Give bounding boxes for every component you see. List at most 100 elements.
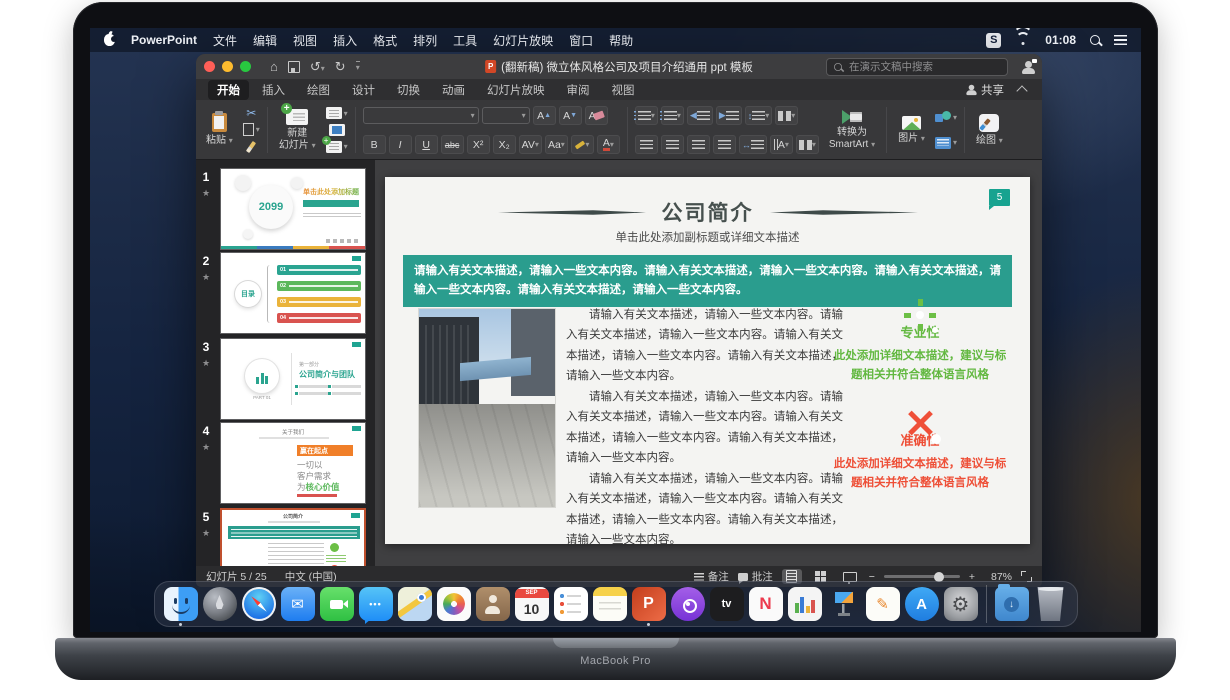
wifi-icon[interactable] (1015, 34, 1031, 46)
menu-app-name[interactable]: PowerPoint (131, 33, 197, 47)
section-button[interactable]: ▾ (326, 139, 348, 154)
redo-icon[interactable]: ↻ (335, 59, 346, 75)
calendar-icon[interactable]: SEP 10 (515, 587, 549, 621)
building-photo[interactable] (419, 309, 555, 507)
menu-slideshow[interactable]: 幻灯片放映 (493, 32, 553, 49)
podcasts-icon[interactable] (671, 587, 705, 621)
apple-menu-icon[interactable] (104, 34, 115, 46)
reminders-icon[interactable] (554, 587, 588, 621)
home-icon[interactable]: ⌂ (270, 59, 278, 74)
collapse-ribbon-icon[interactable] (1016, 85, 1027, 96)
launchpad-icon[interactable] (203, 587, 237, 621)
minimize-window-button[interactable] (222, 61, 233, 72)
safari-icon[interactable] (242, 587, 276, 621)
copy-button[interactable]: ▾ (243, 122, 260, 137)
apple-tv-icon[interactable]: tv (710, 587, 744, 621)
font-size-select[interactable]: ▾ (482, 107, 530, 124)
close-window-button[interactable] (204, 61, 215, 72)
account-share-icon[interactable] (1025, 61, 1032, 68)
zoom-slider[interactable] (884, 575, 960, 578)
trash-icon[interactable] (1034, 587, 1068, 621)
align-left-button[interactable] (635, 135, 658, 154)
columns-button[interactable]: ▾ (775, 106, 798, 125)
contacts-icon[interactable] (476, 587, 510, 621)
menu-insert[interactable]: 插入 (333, 32, 357, 49)
insert-shapes-button[interactable]: ▾ (935, 110, 957, 125)
finder-icon[interactable] (164, 587, 198, 621)
search-input[interactable]: 在演示文稿中搜索 (826, 58, 1008, 76)
tab-view[interactable]: 视图 (603, 80, 644, 100)
news-icon[interactable]: N (749, 587, 783, 621)
share-button[interactable]: 共享 (968, 82, 1004, 98)
insert-textbox-button[interactable]: ▾ (935, 135, 957, 150)
slide-thumbnail-5-selected[interactable]: 公司简介 (220, 508, 366, 566)
tab-insert[interactable]: 插入 (253, 80, 294, 100)
slide-thumbnail-2[interactable]: 目录 01 02 03 04 (220, 252, 366, 334)
current-slide[interactable]: 5 公司简介 单击此处添加副标题或详细文本描述 (385, 177, 1030, 544)
menu-arrange[interactable]: 排列 (413, 32, 437, 49)
tab-draw[interactable]: 绘图 (298, 80, 339, 100)
new-slide-button[interactable]: 新建幻灯片 ▾ (275, 105, 320, 155)
tab-design[interactable]: 设计 (343, 80, 384, 100)
facetime-icon[interactable] (320, 587, 354, 621)
feature-professionalism[interactable]: 专业性 此处添加详细文本描述，建议与标题相关并符合整体语言风格 (832, 315, 1008, 385)
numbers-icon[interactable] (788, 587, 822, 621)
paste-button[interactable]: 粘贴 ▾ (202, 105, 237, 155)
insert-picture-button[interactable]: 图片 ▾ (894, 105, 929, 155)
draw-button[interactable]: 绘图 ▾ (972, 105, 1007, 155)
customize-toolbar-icon[interactable]: ▾ (356, 61, 360, 72)
menu-view[interactable]: 视图 (293, 32, 317, 49)
control-list-icon[interactable] (1114, 35, 1127, 45)
decrease-indent-button[interactable]: ◀ (687, 106, 713, 125)
menu-window[interactable]: 窗口 (569, 32, 593, 49)
slide-editing-canvas[interactable]: 5 公司简介 单击此处添加副标题或详细文本描述 (375, 160, 1042, 566)
slide-title[interactable]: 公司简介 (662, 197, 754, 227)
app-store-icon[interactable]: A (905, 587, 939, 621)
numbering-button[interactable]: ▾ (661, 106, 684, 125)
slide-thumbnail-3[interactable]: PART 01 第一部分 公司简介与团队 (220, 338, 366, 420)
slide-thumbnail-1[interactable]: 2099 单击此处添加标题 (220, 168, 366, 250)
slide-subtitle[interactable]: 单击此处添加副标题或详细文本描述 (385, 229, 1030, 245)
tab-home[interactable]: 开始 (208, 80, 249, 100)
distribute-button[interactable]: ↔ (739, 135, 767, 154)
font-color-button[interactable]: A▾ (597, 135, 620, 154)
tab-transitions[interactable]: 切换 (388, 80, 429, 100)
messages-icon[interactable]: ••• (359, 587, 393, 621)
bullets-button[interactable]: ▾ (635, 106, 658, 125)
zoom-slider-thumb[interactable] (934, 572, 944, 582)
tab-review[interactable]: 审阅 (558, 80, 599, 100)
italic-button[interactable]: I (389, 135, 412, 154)
menu-format[interactable]: 格式 (373, 32, 397, 49)
slide-thumbnail-4[interactable]: 关于我们 赢在起点 一切以 客户需求 为核心价值 (220, 422, 366, 504)
slide-body-textbox[interactable]: 请输入有关文本描述，请输入一些文本内容。请输入有关文本描述，请输入一些文本内容。… (566, 305, 843, 551)
align-center-button[interactable] (661, 135, 684, 154)
tab-slideshow[interactable]: 幻灯片放映 (478, 80, 554, 100)
photos-icon[interactable] (437, 587, 471, 621)
save-icon[interactable] (288, 61, 300, 73)
zoom-window-button[interactable] (240, 61, 251, 72)
undo-icon[interactable]: ↺▾ (310, 59, 325, 75)
notes-app-icon[interactable] (593, 587, 627, 621)
justify-button[interactable] (713, 135, 736, 154)
line-spacing-button[interactable]: ↕▾ (745, 106, 773, 125)
cut-button[interactable]: ✂ (246, 106, 256, 121)
bold-button[interactable]: B (363, 135, 386, 154)
change-case-button[interactable]: Aa▾ (545, 135, 568, 154)
font-name-select[interactable]: ▾ (363, 107, 479, 124)
menu-tools[interactable]: 工具 (453, 32, 477, 49)
feature-accuracy[interactable]: 准确性 此处添加详细文本描述，建议与标题相关并符合整体语言风格 (832, 423, 1008, 493)
system-preferences-icon[interactable]: ⚙ (944, 587, 978, 621)
character-spacing-button[interactable]: AV▾ (519, 135, 542, 154)
tab-animations[interactable]: 动画 (433, 80, 474, 100)
menu-clock[interactable]: 01:08 (1045, 33, 1076, 47)
format-painter-button[interactable] (249, 139, 253, 154)
align-text-button[interactable]: ▾ (796, 135, 819, 154)
keynote-icon[interactable] (827, 587, 861, 621)
decrease-font-button[interactable]: A▼ (559, 106, 582, 125)
maps-icon[interactable] (398, 587, 432, 621)
underline-button[interactable]: U (415, 135, 438, 154)
increase-font-button[interactable]: A▲ (533, 106, 556, 125)
pages-icon[interactable]: ✎ (866, 587, 900, 621)
strikethrough-button[interactable]: abc (441, 135, 464, 154)
reset-slide-button[interactable] (329, 122, 345, 137)
